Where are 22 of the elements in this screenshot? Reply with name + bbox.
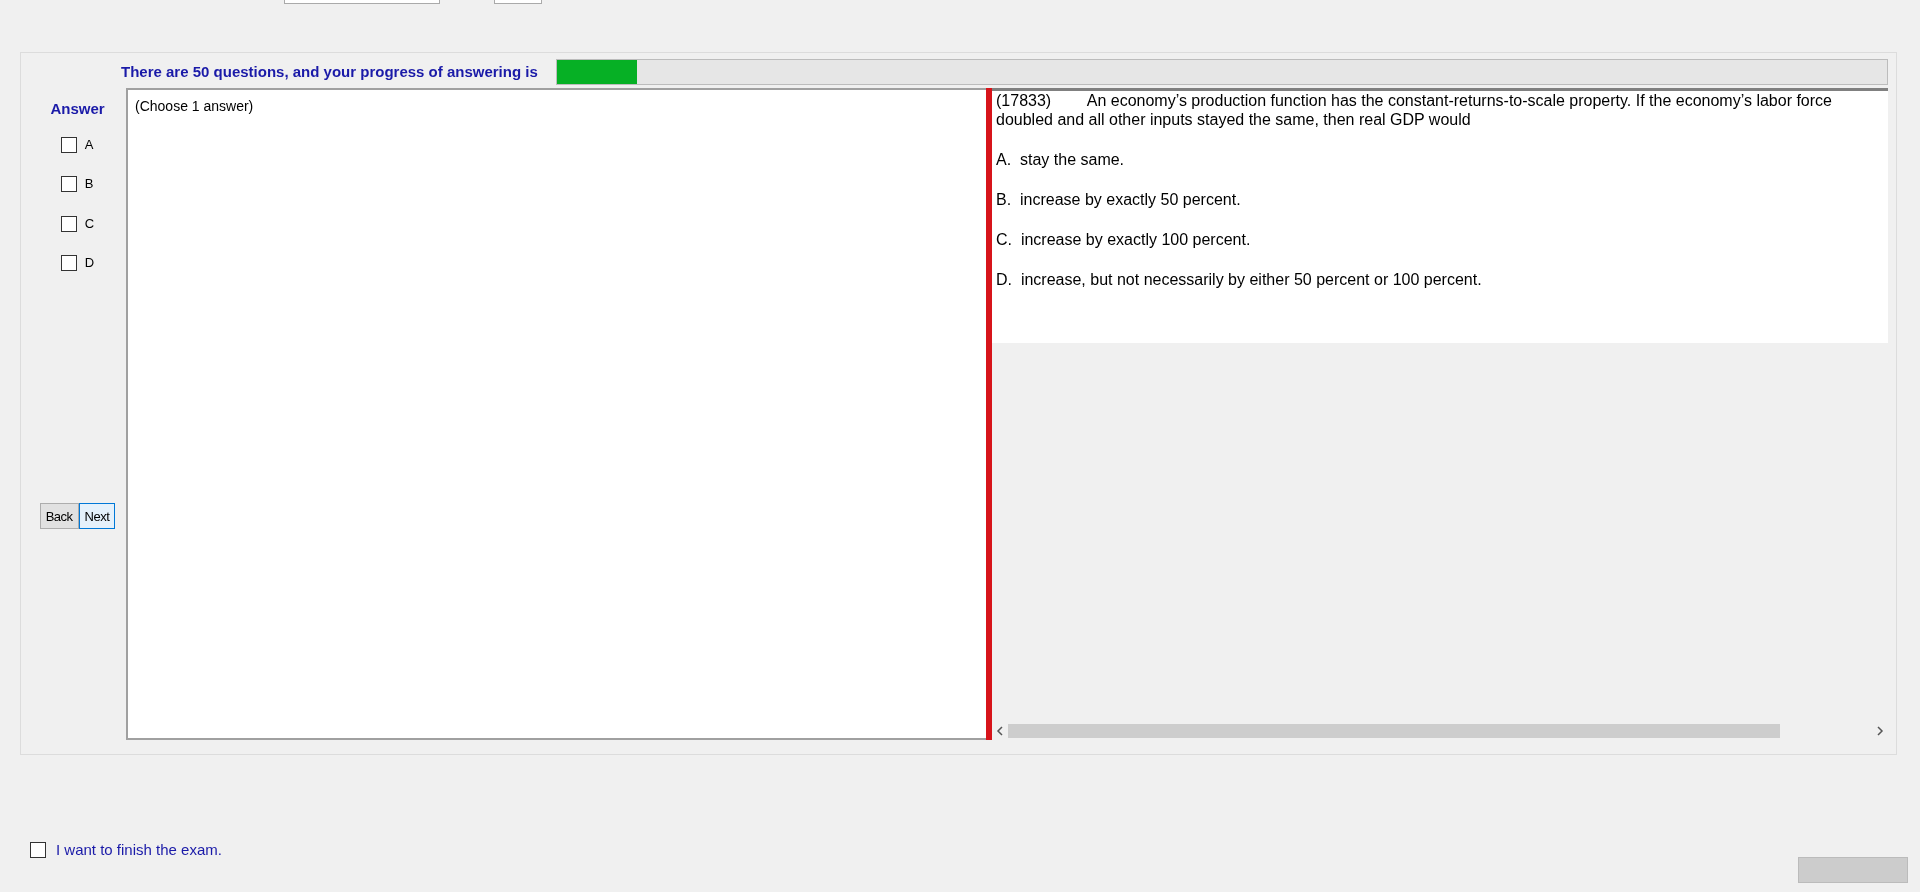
scroll-right-icon[interactable] — [1876, 726, 1884, 736]
answer-choice: A. stay the same. — [996, 150, 1126, 170]
checkbox[interactable] — [60, 136, 77, 153]
checkbox[interactable] — [60, 176, 77, 192]
checkbox[interactable] — [60, 255, 77, 271]
answer-choice: C. increase by exactly 100 percent. — [996, 230, 1252, 250]
progress-label: There are 50 questions, and your progress of answering is — [121, 61, 538, 82]
option-label: D — [84, 254, 95, 273]
back-button[interactable]: Back — [39, 503, 79, 530]
answer-choice: B. increase by exactly 50 percent. — [996, 190, 1242, 210]
scroll-left-icon[interactable] — [996, 726, 1004, 736]
question-text: (17833) An economy’s production function has the constant-returns-to-scale property. If the economy’s labor force doubled and all other inputs stayed the same, then real GDP would — [996, 91, 1833, 130]
option-label: A — [84, 135, 94, 154]
checkbox[interactable] — [60, 215, 77, 232]
checkbox[interactable] — [30, 842, 46, 859]
option-label: C — [84, 214, 95, 233]
option-label: B — [84, 175, 94, 194]
answer-choice: D. increase, but not necessarily by either 50 percent or 100 percent. — [996, 270, 1483, 290]
answer-box[interactable]: (Choose 1 answer) — [126, 88, 986, 740]
answer-label: Answer — [50, 99, 105, 120]
next-button[interactable]: Next — [78, 503, 116, 530]
finish-label[interactable]: I want to finish the exam. — [56, 839, 222, 862]
